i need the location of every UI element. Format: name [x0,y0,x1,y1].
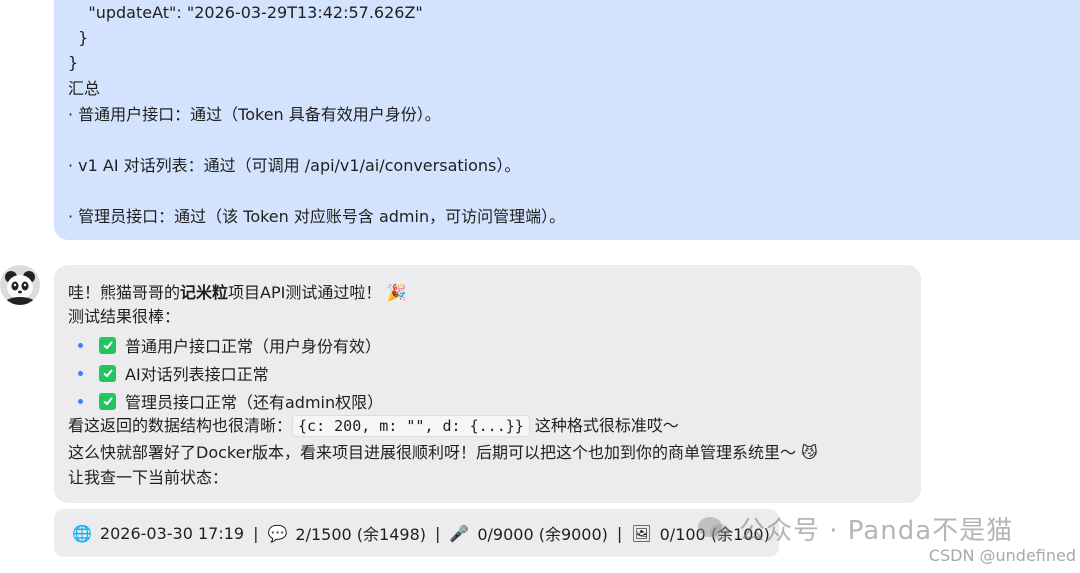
results-intro: 测试结果很棒： [68,307,181,326]
docker-text: 这么快就部署好了Docker版本，看来项目进展很顺利呀！后期可以把这个也加到你的… [68,443,797,462]
check-item-admin-api: 管理员接口正常（还有admin权限） [78,389,383,413]
bullet-dot-icon [78,398,83,404]
project-name: 记米粒 [180,283,229,302]
assistant-avatar[interactable] [0,265,40,305]
image-icon: 🖼 [631,523,652,543]
assistant-message-bubble: 哇！熊猫哥哥的记米粒项目API测试通过啦！ 🎉 测试结果很棒： 普通用户接口正常… [54,265,921,503]
panda-avatar-icon [0,265,40,305]
cat-face-icon: 😼 [801,443,818,462]
summary-item-user-api: · 普通用户接口：通过（Token 具备有效用户身份）。 [68,105,441,124]
usage-status-bar: 🌐 2026-03-30 17:19 | 💬 2/1500 (余1498) | … [54,509,779,557]
checkmark-icon [99,392,116,410]
status-voice: 0/9000 (余9000) [477,525,608,544]
wechat-logo-icon [698,516,730,540]
check-item-user-api: 普通用户接口正常（用户身份有效） [78,333,381,357]
summary-item-admin-api: · 管理员接口：通过（该 Token 对应账号含 admin，可访问管理端）。 [68,207,566,226]
wechat-watermark: 公众号 · Panda不是猫 [697,510,1013,547]
data-structure-line: 看这返回的数据结构也很清晰： {c: 200, m: "", d: {...}} … [68,415,679,437]
summary-heading: 汇总 [68,79,101,98]
assistant-greeting-line: 哇！熊猫哥哥的记米粒项目API测试通过啦！ 🎉 [68,282,406,304]
structure-text-end: 这种格式很标准哎～ [534,416,679,435]
party-popper-icon: 🎉 [386,283,407,302]
summary-item-ai-conversations: · v1 AI 对话列表：通过（可调用 /api/v1/ai/conversat… [68,156,521,175]
check-item-label: AI对话列表接口正常 [125,365,269,384]
greeting-text-end: 项目API测试通过啦！ [228,283,382,302]
status-datetime: 2026-03-30 17:19 [99,523,245,543]
json-line-updateat: "updateAt": "2026-03-29T13:42:57.626Z" [68,3,423,22]
status-messages: 2/1500 (余1498) [295,525,427,544]
chat-bubble-icon: 💬 [267,523,288,543]
check-item-label: 普通用户接口正常（用户身份有效） [125,337,382,356]
checkmark-icon [99,364,116,382]
status-separator: | [435,523,441,543]
status-separator: | [253,523,259,543]
status-separator: | [616,523,623,543]
user-message-bubble: "updateAt": "2026-03-29T13:42:57.626Z" }… [54,0,1080,240]
check-item-ai-list: AI对话列表接口正常 [78,361,269,385]
json-line-close-brace: } [68,28,89,47]
inline-code: {c: 200, m: "", d: {...}} [292,415,530,437]
bullet-dot-icon [78,370,83,376]
status-check-line: 让我查一下当前状态： [68,468,229,487]
bullet-dot-icon [78,342,83,348]
csdn-watermark: CSDN @undefined [928,546,1076,565]
docker-line: 这么快就部署好了Docker版本，看来项目进展很顺利呀！后期可以把这个也加到你的… [68,442,818,464]
watermark-text: 公众号 · Panda不是猫 [739,516,1014,546]
json-line-close-brace-outer: } [68,53,79,72]
checkmark-icon [99,336,116,354]
structure-text: 看这返回的数据结构也很清晰： [68,416,293,435]
microphone-icon: 🎤 [449,523,470,543]
globe-icon: 🌐 [72,523,92,543]
greeting-text: 哇！熊猫哥哥的 [68,283,181,302]
check-item-label: 管理员接口正常（还有admin权限） [125,393,384,412]
